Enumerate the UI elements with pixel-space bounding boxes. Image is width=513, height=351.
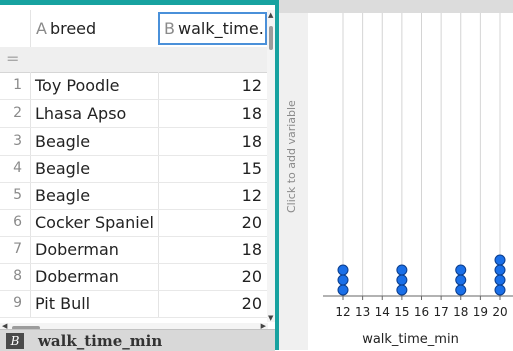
table-row[interactable]: 4 Beagle 15: [0, 155, 268, 183]
vertical-scroll-thumb[interactable]: [269, 26, 273, 50]
scroll-down-arrow-icon[interactable]: ▼: [268, 314, 273, 322]
data-point[interactable]: [396, 284, 408, 296]
column-badge: B: [6, 333, 24, 349]
walk-time-cell[interactable]: 18: [242, 240, 262, 259]
x-tick-label: 19: [473, 305, 488, 319]
row-number: 7: [13, 241, 22, 257]
data-point[interactable]: [494, 264, 506, 276]
status-bar: B walk_time_min: [0, 329, 275, 351]
formula-row[interactable]: =: [0, 47, 268, 73]
walk-time-cell[interactable]: 20: [242, 294, 262, 313]
dot-plot[interactable]: 12 13 14 15 16 17 18 19 20: [279, 0, 513, 350]
breed-cell[interactable]: Beagle: [35, 186, 90, 205]
row-number: 3: [13, 133, 22, 149]
walk-time-cell[interactable]: 18: [242, 104, 262, 123]
table-row[interactable]: 2 Lhasa Apso 18: [0, 100, 268, 128]
header-corner-cell[interactable]: [0, 10, 30, 47]
data-point[interactable]: [455, 264, 467, 276]
x-tick-label: 12: [335, 305, 350, 319]
column-name-breed: breed: [49, 19, 97, 38]
column-letter-b: B: [164, 19, 175, 38]
table-row[interactable]: 1 Toy Poodle 12: [0, 72, 268, 100]
x-tick-label: 17: [433, 305, 448, 319]
walk-time-cell[interactable]: 20: [242, 213, 262, 232]
data-point[interactable]: [396, 264, 408, 276]
column-letter-a: A: [36, 19, 47, 38]
walk-time-cell[interactable]: 20: [242, 267, 262, 286]
breed-cell[interactable]: Doberman: [35, 240, 119, 259]
breed-cell[interactable]: Doberman: [35, 267, 119, 286]
selected-variable-name: walk_time_min: [38, 332, 163, 350]
data-point[interactable]: [455, 284, 467, 296]
table-row[interactable]: 8 Doberman 20: [0, 263, 268, 291]
breed-cell[interactable]: Pit Bull: [35, 294, 90, 313]
walk-time-cell[interactable]: 12: [242, 76, 262, 95]
data-point[interactable]: [396, 274, 408, 286]
breed-cell[interactable]: Beagle: [35, 132, 90, 151]
data-point[interactable]: [494, 284, 506, 296]
row-number: 6: [13, 214, 22, 230]
x-tick-label: 15: [394, 305, 409, 319]
column-header-a[interactable]: A breed: [30, 10, 158, 47]
data-point[interactable]: [337, 274, 349, 286]
data-point[interactable]: [337, 284, 349, 296]
table-row[interactable]: 9 Pit Bull 20: [0, 290, 268, 318]
row-number: 2: [13, 105, 22, 121]
x-axis-title[interactable]: walk_time_min: [308, 332, 513, 347]
x-tick-label: 16: [414, 305, 429, 319]
scroll-up-arrow-icon[interactable]: ▲: [268, 11, 273, 19]
table-row[interactable]: 5 Beagle 12: [0, 182, 268, 210]
spreadsheet-panel: A breed B walk_time... = 1 Toy Poodle 12…: [0, 0, 279, 350]
table-row[interactable]: 7 Doberman 18: [0, 236, 268, 264]
breed-cell[interactable]: Beagle: [35, 159, 90, 178]
row-number: 9: [13, 295, 22, 311]
x-tick-label: 13: [355, 305, 370, 319]
table-row[interactable]: 3 Beagle 18: [0, 128, 268, 156]
breed-cell[interactable]: Lhasa Apso: [35, 104, 126, 123]
x-tick-label: 20: [492, 305, 507, 319]
table-row[interactable]: 6 Cocker Spaniel 20: [0, 209, 268, 237]
row-number: 5: [13, 187, 22, 203]
vertical-scrollbar[interactable]: ▲ ▼: [267, 10, 275, 322]
breed-cell[interactable]: Toy Poodle: [35, 76, 120, 95]
walk-time-cell[interactable]: 18: [242, 132, 262, 151]
row-number: 8: [13, 268, 22, 284]
breed-cell[interactable]: Cocker Spaniel: [35, 213, 154, 232]
column-name-walk-time: walk_time...: [177, 19, 267, 38]
formula-symbol: =: [6, 49, 20, 68]
data-point[interactable]: [494, 254, 506, 266]
x-tick-label: 18: [453, 305, 468, 319]
walk-time-cell[interactable]: 15: [242, 159, 262, 178]
column-header-b[interactable]: B walk_time...: [158, 12, 267, 45]
row-number: 1: [13, 77, 22, 93]
data-point[interactable]: [455, 274, 467, 286]
graph-panel: Click to add variable 12 13 14 15 16 17 18 19 20…: [279, 0, 513, 350]
row-number: 4: [13, 160, 22, 176]
data-point[interactable]: [494, 274, 506, 286]
data-point[interactable]: [337, 264, 349, 276]
walk-time-cell[interactable]: 12: [242, 186, 262, 205]
x-tick-label: 14: [375, 305, 390, 319]
